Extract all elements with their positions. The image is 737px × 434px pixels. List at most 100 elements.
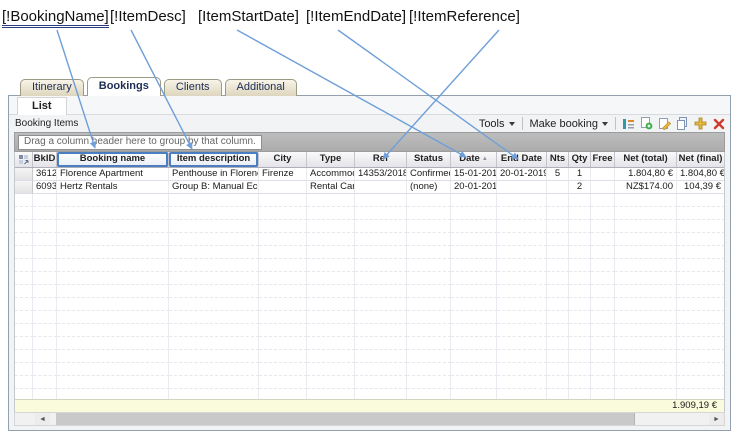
cell-type[interactable]: Rental Car — [307, 181, 355, 194]
cell-itemDesc[interactable]: Penthouse in Florence — [169, 168, 259, 181]
tools-dropdown-label: Tools — [479, 118, 505, 130]
column-header-nts[interactable]: Nts — [547, 152, 569, 167]
copy-item-icon[interactable] — [675, 117, 690, 131]
cell-bkid — [33, 350, 57, 363]
row-selector-cell — [15, 389, 33, 399]
column-header-qty[interactable]: Qty — [569, 152, 591, 167]
cell-nts[interactable]: 5 — [547, 168, 569, 181]
column-header-free[interactable]: Free — [591, 152, 615, 167]
cell-netTotal[interactable]: 1.804,80 € — [615, 168, 677, 181]
column-header-date[interactable]: Date▲ — [451, 152, 497, 167]
delete-item-icon[interactable] — [711, 117, 726, 131]
group-by-bar[interactable]: Drag a column header here to group by th… — [14, 132, 725, 152]
cell-ref — [355, 350, 407, 363]
cell-city — [259, 246, 307, 259]
cell-nts — [547, 285, 569, 298]
annotation-label-3: [!ItemEndDate] — [306, 8, 406, 25]
cell-free — [591, 259, 615, 272]
cell-date — [451, 246, 497, 259]
group-by-hint: Drag a column header here to group by th… — [18, 135, 262, 150]
horizontal-scrollbar[interactable]: ◄ ► — [14, 412, 725, 426]
cell-endDate — [497, 337, 547, 350]
cell-netFinal — [677, 285, 725, 298]
table-row-1[interactable]: 6093Hertz RentalsGroup B: Manual Economy… — [15, 181, 725, 194]
cell-endDate — [497, 220, 547, 233]
cell-date — [451, 298, 497, 311]
cell-bookingName[interactable]: Florence Apartment — [57, 168, 169, 181]
column-header-ref[interactable]: Ref — [355, 152, 407, 167]
tab-clients[interactable]: Clients — [164, 79, 222, 96]
cell-ref[interactable] — [355, 181, 407, 194]
cell-city[interactable] — [259, 181, 307, 194]
cell-nts[interactable] — [547, 181, 569, 194]
cell-netFinal — [677, 389, 725, 399]
cell-free[interactable] — [591, 181, 615, 194]
cell-nts — [547, 246, 569, 259]
column-header-bkid[interactable]: BkID — [33, 152, 57, 167]
cell-endDate[interactable] — [497, 181, 547, 194]
row-selector-cell[interactable] — [15, 181, 33, 194]
cell-status[interactable]: (none) — [407, 181, 451, 194]
cell-qty — [569, 246, 591, 259]
cell-netTotal — [615, 324, 677, 337]
row-selector-cell — [15, 246, 33, 259]
cell-status — [407, 246, 451, 259]
chevron-down-icon — [509, 122, 515, 126]
table-row-0[interactable]: 3612Florence ApartmentPenthouse in Flore… — [15, 168, 725, 181]
column-header-itemDesc[interactable]: Item description — [169, 152, 259, 167]
cell-date — [451, 376, 497, 389]
cell-bkid — [33, 207, 57, 220]
row-selector-cell[interactable] — [15, 168, 33, 181]
row-selector-cell — [15, 298, 33, 311]
tab-itinerary[interactable]: Itinerary — [20, 79, 84, 96]
column-header-sel[interactable] — [15, 152, 33, 167]
column-header-bookingName[interactable]: Booking name — [57, 152, 169, 167]
cell-city — [259, 285, 307, 298]
cell-netTotal — [615, 376, 677, 389]
scroll-right-button[interactable]: ► — [709, 413, 724, 425]
tab-list[interactable]: List — [17, 97, 67, 115]
tools-dropdown[interactable]: Tools — [477, 118, 517, 130]
cell-city[interactable]: Firenze — [259, 168, 307, 181]
edit-item-icon[interactable] — [657, 117, 672, 131]
column-header-city[interactable]: City — [259, 152, 307, 167]
cell-endDate[interactable]: 20-01-2019 — [497, 168, 547, 181]
cell-netFinal[interactable]: 104,39 € — [677, 181, 725, 194]
add-item-icon[interactable] — [693, 117, 708, 131]
column-header-status[interactable]: Status — [407, 152, 451, 167]
cell-endDate — [497, 298, 547, 311]
cell-bookingName[interactable]: Hertz Rentals — [57, 181, 169, 194]
cell-netTotal[interactable]: NZ$174.00 — [615, 181, 677, 194]
tab-bookings[interactable]: Bookings — [87, 77, 161, 96]
cell-qty[interactable]: 1 — [569, 168, 591, 181]
cell-itemDesc — [169, 233, 259, 246]
column-header-netFinal[interactable]: Net (final) — [677, 152, 725, 167]
make-booking-dropdown[interactable]: Make booking — [528, 118, 611, 130]
cell-ref[interactable]: 14353/2018 — [355, 168, 407, 181]
cell-free[interactable] — [591, 168, 615, 181]
cell-bkid — [33, 233, 57, 246]
cell-date[interactable]: 15-01-2019 — [451, 168, 497, 181]
cell-itemDesc[interactable]: Group B: Manual Economy... — [169, 181, 259, 194]
cell-nts — [547, 272, 569, 285]
cell-bkid[interactable]: 3612 — [33, 168, 57, 181]
cell-netFinal[interactable]: 1.804,80 € — [677, 168, 725, 181]
cell-status[interactable]: Confirmed — [407, 168, 451, 181]
column-header-netTotal[interactable]: Net (total) — [615, 152, 677, 167]
cell-type[interactable]: Accommoda... — [307, 168, 355, 181]
scroll-left-button[interactable]: ◄ — [35, 413, 50, 425]
form-icon[interactable] — [621, 117, 636, 131]
cell-qty[interactable]: 2 — [569, 181, 591, 194]
cell-date — [451, 220, 497, 233]
scrollbar-thumb[interactable] — [56, 413, 635, 425]
cell-date[interactable]: 20-01-2019 — [451, 181, 497, 194]
cell-bkid[interactable]: 6093 — [33, 181, 57, 194]
column-header-type[interactable]: Type — [307, 152, 355, 167]
grand-total-value: 1.909,19 € — [672, 400, 717, 412]
tab-additional[interactable]: Additional — [225, 79, 297, 96]
empty-grid-row — [15, 272, 725, 285]
new-item-icon[interactable] — [639, 117, 654, 131]
column-header-endDate[interactable]: End Date — [497, 152, 547, 167]
column-header-label: City — [274, 153, 292, 164]
row-selector-cell — [15, 194, 33, 207]
